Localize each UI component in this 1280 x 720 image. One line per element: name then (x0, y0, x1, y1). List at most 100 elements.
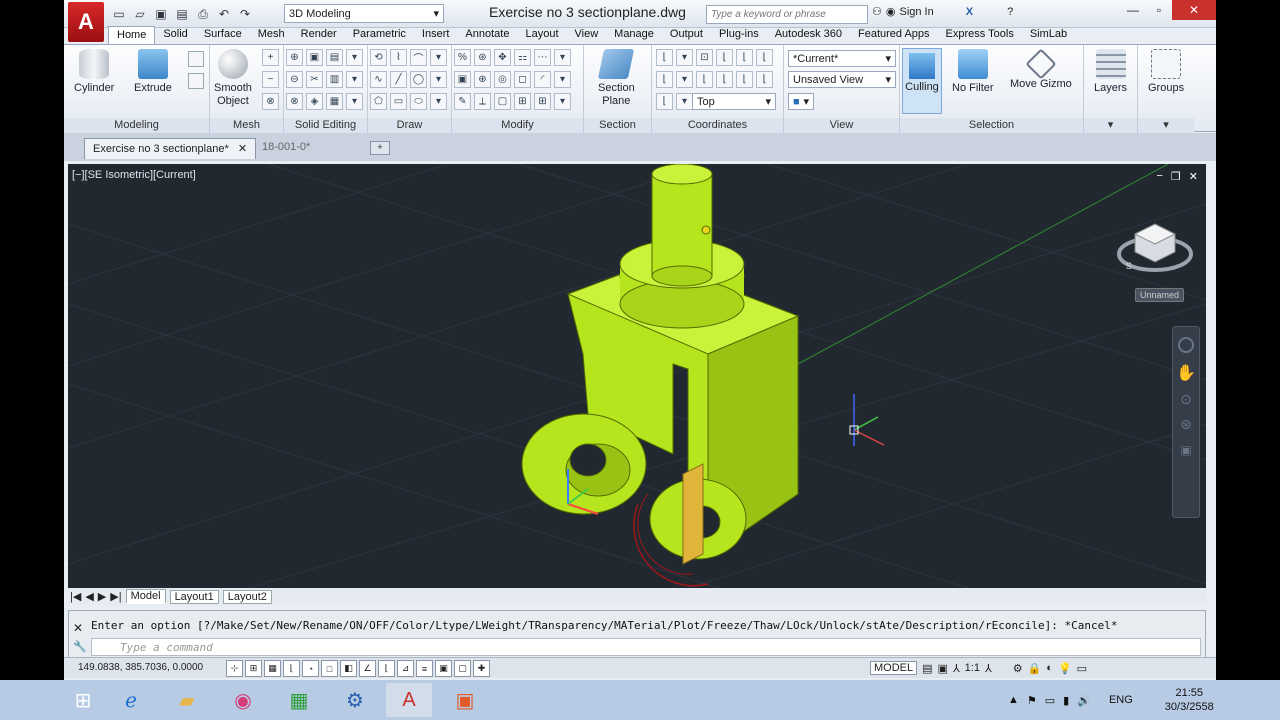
tray-arrow-icon[interactable]: ▲ (1008, 694, 1019, 706)
separate-icon[interactable]: ▣ (306, 49, 323, 66)
app-icon[interactable]: ⚙ (332, 683, 378, 717)
3dosnap-icon[interactable]: ◧ (340, 660, 357, 677)
next-layout-icon[interactable]: ▶ (98, 590, 106, 603)
culling-button[interactable]: Culling (902, 48, 942, 114)
copy-icon[interactable]: ◎ (494, 71, 511, 88)
intersect-icon[interactable]: ⊗ (286, 93, 303, 110)
draw-panel-title[interactable]: Draw (368, 118, 451, 133)
view-panel-title[interactable]: View (784, 118, 899, 133)
extract-icon[interactable]: ▾ (346, 49, 363, 66)
tpy-icon[interactable]: ▣ (435, 660, 452, 677)
dyn-icon[interactable]: ⊿ (397, 660, 414, 677)
minimize-icon[interactable]: — (1120, 0, 1146, 20)
trim-icon[interactable]: ✎ (454, 93, 471, 110)
ucs-more3-icon[interactable]: ▾ (676, 93, 693, 110)
groups-button[interactable]: Groups (1148, 49, 1184, 95)
close-icon[interactable]: ✕ (1172, 0, 1216, 20)
extrude-button[interactable]: Extrude (134, 49, 172, 95)
arc-icon[interactable]: ⌒ (410, 49, 427, 66)
mirror-icon[interactable]: ▣ (454, 71, 471, 88)
ucs-more-icon[interactable]: ▾ (676, 49, 693, 66)
grid-icon[interactable]: ⊞ (534, 93, 551, 110)
tab-simlab[interactable]: SimLab (1022, 26, 1075, 44)
workspace-dropdown[interactable]: 3D Modeling ▾ (284, 4, 444, 23)
clean-screen-icon[interactable]: ▭ (1077, 662, 1087, 675)
no-filter-button[interactable]: No Filter (952, 49, 994, 95)
snap-icon[interactable]: ⊞ (245, 660, 262, 677)
qp-icon[interactable]: ▢ (454, 660, 471, 677)
scale-icon[interactable]: ▢ (494, 93, 511, 110)
first-layout-icon[interactable]: |◀ (70, 590, 81, 603)
named-view-dropdown[interactable]: Unsaved View ▾ (788, 71, 896, 88)
move3d-icon[interactable]: ✥ (494, 49, 511, 66)
orbit-icon[interactable]: ⊛ (1173, 416, 1199, 433)
sc-icon[interactable]: ✚ (473, 660, 490, 677)
polar-icon[interactable]: ◔ (302, 660, 319, 677)
exchange-icon[interactable]: X (966, 6, 973, 18)
tab-parametric[interactable]: Parametric (345, 26, 414, 44)
binoculars-icon[interactable]: ⚇ (872, 5, 882, 18)
layout-tab-layout2[interactable]: Layout2 (222, 589, 272, 604)
part-model[interactable] (521, 164, 800, 587)
explode-icon[interactable]: ⚏ (514, 49, 531, 66)
tab-output[interactable]: Output (662, 26, 711, 44)
start-button[interactable]: ⊞ (60, 683, 106, 717)
modify-panel-title[interactable]: Modify (452, 118, 583, 133)
arc-more-icon[interactable]: ▾ (430, 49, 447, 66)
grid-icon[interactable]: ▦ (264, 660, 281, 677)
sign-in-link[interactable]: Sign In (899, 6, 933, 18)
ellipse-more-icon[interactable]: ▾ (430, 93, 447, 110)
quick-view-icon[interactable]: ▤ (922, 662, 932, 675)
saveas-icon[interactable]: ▤ (173, 5, 191, 23)
mesh-refine-icon[interactable]: ⊗ (262, 93, 279, 110)
new-tab-icon[interactable]: + (370, 141, 390, 155)
tab-insert[interactable]: Insert (414, 26, 458, 44)
mesh-panel-title[interactable]: Mesh (210, 118, 283, 133)
polysolid-icon[interactable] (188, 73, 204, 89)
ucs-world-icon[interactable]: ⌊ (656, 71, 673, 88)
ortho-icon[interactable]: ⌊ (283, 660, 300, 677)
help-icon[interactable]: ? (1007, 6, 1013, 18)
tab-render[interactable]: Render (293, 26, 345, 44)
minimize-icon[interactable]: − (1156, 170, 1162, 183)
circle-more-icon[interactable]: ▾ (430, 71, 447, 88)
annotation-visibility-icon[interactable]: ⅄ (985, 662, 992, 675)
undo-icon[interactable]: ↶ (215, 5, 233, 23)
ucs-3p-icon[interactable]: ⌊ (736, 71, 753, 88)
infer-icon[interactable]: ⊹ (226, 660, 243, 677)
m-more3-icon[interactable]: ▾ (554, 93, 571, 110)
more-icon[interactable]: ▾ (346, 71, 363, 88)
layout-tab-model[interactable]: Model (125, 589, 166, 604)
ucs-prev-icon[interactable]: ⌊ (656, 93, 673, 110)
autocad-taskbar-icon[interactable]: A (386, 683, 432, 717)
workspace-switch-icon[interactable]: ⚙ (1013, 662, 1023, 675)
browser-icon[interactable]: ◉ (220, 683, 266, 717)
shell-icon[interactable]: ▥ (326, 71, 343, 88)
file-tab-active[interactable]: Exercise no 3 sectionplane* ✕ (84, 138, 257, 159)
store-icon[interactable]: ▦ (276, 683, 322, 717)
close-icon[interactable]: ✕ (73, 621, 83, 635)
cylinder-button[interactable]: Cylinder (74, 49, 114, 95)
file-tab-2[interactable]: 18-001-0* (254, 138, 318, 159)
m-more2-icon[interactable]: ▾ (554, 71, 571, 88)
flag-icon[interactable]: ⚑ (1027, 694, 1037, 707)
otrack-icon[interactable]: ∠ (359, 660, 376, 677)
save-icon[interactable]: ▣ (152, 5, 170, 23)
tab-view[interactable]: View (567, 26, 607, 44)
slice-icon[interactable]: ▤ (326, 49, 343, 66)
osnap-icon[interactable]: □ (321, 660, 338, 677)
drawing-viewport[interactable]: S [−][SE Isometric][Current] − ❐ ✕ Unnam… (68, 164, 1206, 588)
display-icon[interactable]: ▭ (1045, 694, 1055, 707)
showmotion-icon[interactable]: ▣ (1173, 443, 1199, 457)
m-more-icon[interactable]: ▾ (554, 49, 571, 66)
pline-icon[interactable]: ⌇ (390, 49, 407, 66)
command-input[interactable]: Type a command (91, 638, 1201, 656)
union-icon[interactable]: ⊕ (286, 49, 303, 66)
viewport-label[interactable]: [−][SE Isometric][Current] (72, 169, 196, 181)
file-explorer-icon[interactable]: ▰ (164, 683, 210, 717)
polygon-icon[interactable]: ⬠ (370, 93, 387, 110)
close-icon[interactable]: ✕ (238, 143, 247, 155)
redo-icon[interactable]: ↷ (236, 5, 254, 23)
more2-icon[interactable]: ▾ (346, 93, 363, 110)
mesh-add-icon[interactable]: + (262, 49, 279, 66)
